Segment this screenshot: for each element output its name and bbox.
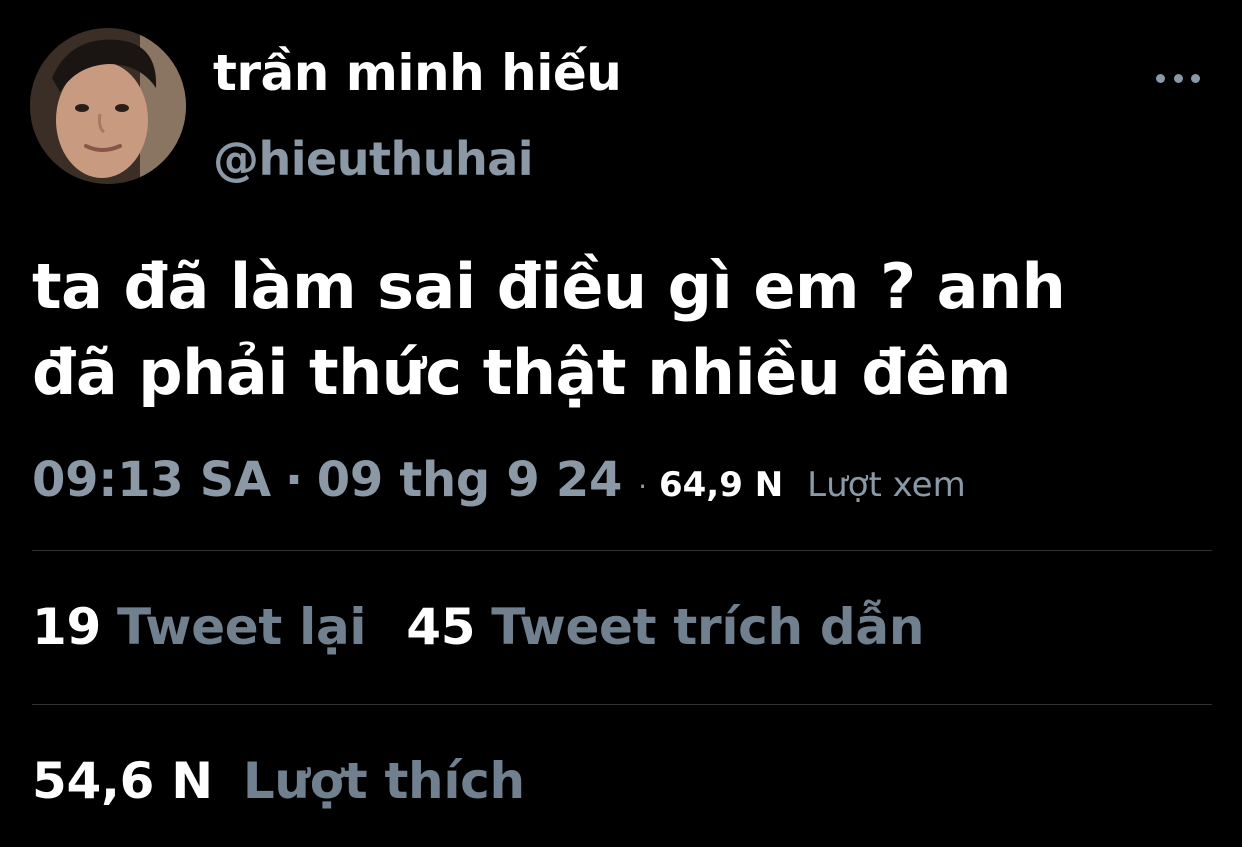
user-handle[interactable]: @hieuthuhai [213,132,534,186]
avatar[interactable] [30,28,186,184]
quotes-label: Tweet trích dẫn [491,598,925,656]
views-count: 64,9 N [658,465,784,505]
quotes-stat[interactable]: 45 Tweet trích dẫn [406,598,924,656]
share-stats-row: 19 Tweet lại 45 Tweet trích dẫn [32,598,924,656]
retweets-label: Tweet lại [116,598,367,656]
quotes-count: 45 [406,598,476,656]
more-horizontal-icon-dot [1191,73,1200,83]
likes-count: 54,6 N [32,752,213,810]
profile-photo [30,28,186,184]
display-name[interactable]: trần minh hiếu [213,44,622,102]
retweets-count: 19 [32,598,101,656]
likes-stats-row: 54,6 N Lượt thích [32,752,525,810]
tweet-text-line: đã phải thức thật nhiều đêm [32,336,1011,409]
tweet-text: ta đã làm sai điều gì em ? anh đã phải t… [32,244,1212,416]
tweet-time[interactable]: 09:13 SA [32,452,271,508]
likes-label: Lượt thích [242,752,525,810]
likes-stat[interactable]: 54,6 N Lượt thích [32,752,525,810]
views-label: Lượt xem [807,465,966,505]
tweet-date[interactable]: 09 thg 9 24 [317,452,623,508]
tweet-meta: 09:13 SA · 09 thg 9 24 · 64,9 N Lượt xem [32,452,966,514]
more-horizontal-icon [1156,73,1165,83]
meta-separator: · [638,470,647,503]
tweet-text-line: ta đã làm sai điều gì em ? anh [32,250,1066,323]
meta-separator: · [284,452,303,508]
divider [32,704,1212,705]
retweets-stat[interactable]: 19 Tweet lại [32,598,367,656]
more-options-button[interactable] [1156,62,1200,94]
more-horizontal-icon-dot [1173,73,1183,83]
divider [32,550,1212,551]
